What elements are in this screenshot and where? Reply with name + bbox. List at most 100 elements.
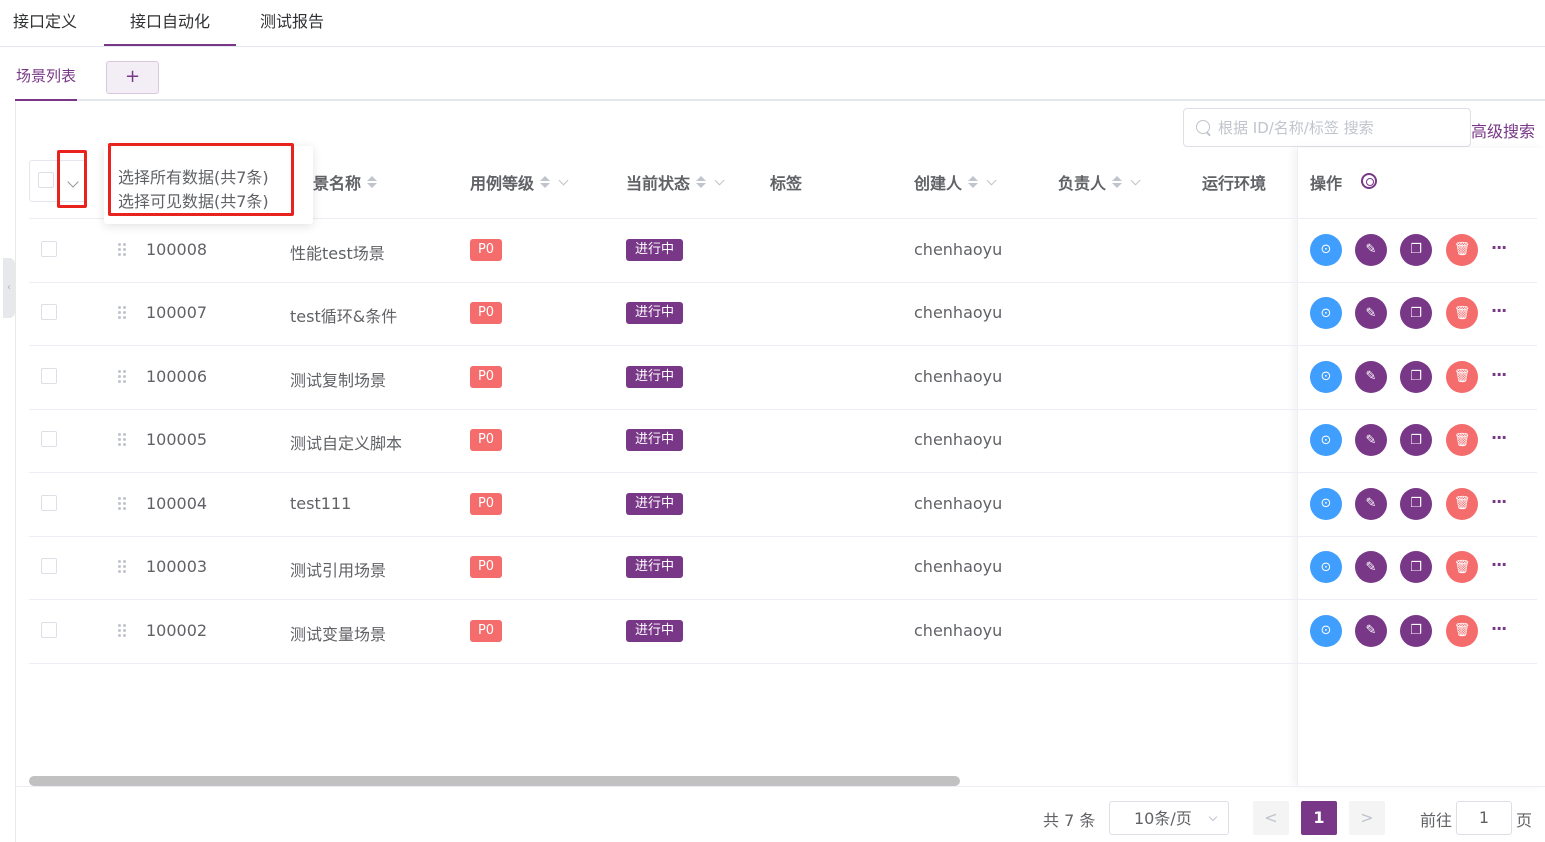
copy-button[interactable]: ❐: [1400, 360, 1432, 393]
run-button[interactable]: ⊙: [1310, 487, 1342, 520]
delete-button[interactable]: 🗑: [1446, 614, 1478, 647]
run-button[interactable]: ⊙: [1310, 360, 1342, 393]
run-button[interactable]: ⊙: [1310, 233, 1342, 266]
sort-icon[interactable]: [1112, 176, 1123, 188]
sort-icon[interactable]: [540, 176, 551, 188]
tab-scene-list[interactable]: 场景列表: [15, 55, 78, 101]
filter-icon[interactable]: [558, 175, 569, 185]
copy-button[interactable]: ❐: [1400, 424, 1432, 457]
delete-button[interactable]: 🗑: [1446, 551, 1478, 584]
more-icon[interactable]: ···: [1491, 428, 1507, 447]
column-header-status[interactable]: 当前状态: [626, 170, 725, 194]
edit-button[interactable]: ✎: [1355, 487, 1387, 520]
column-header-level[interactable]: 用例等级: [470, 170, 569, 194]
sort-icon[interactable]: [968, 176, 979, 188]
cell-name[interactable]: test111: [290, 494, 351, 513]
drag-handle-icon[interactable]: [118, 369, 127, 383]
edit-button[interactable]: ✎: [1355, 233, 1387, 266]
delete-icon: 🗑: [1453, 432, 1471, 448]
row-checkbox[interactable]: [41, 240, 57, 257]
delete-button[interactable]: 🗑: [1446, 360, 1478, 393]
popup-highlight-box: [108, 143, 294, 216]
cell-name[interactable]: test循环&条件: [290, 303, 397, 327]
column-header-creator[interactable]: 创建人: [914, 170, 997, 194]
row-checkbox[interactable]: [41, 367, 57, 384]
edit-button[interactable]: ✎: [1355, 424, 1387, 457]
delete-button[interactable]: 🗑: [1446, 233, 1478, 266]
copy-button[interactable]: ❐: [1400, 487, 1432, 520]
cell-creator: chenhaoyu: [914, 239, 1003, 259]
run-button[interactable]: ⊙: [1310, 424, 1342, 457]
column-header-level-label: 用例等级: [470, 174, 535, 193]
more-icon[interactable]: ···: [1491, 555, 1507, 574]
edit-button[interactable]: ✎: [1355, 297, 1387, 330]
page-size-select[interactable]: 10条/页: [1109, 801, 1229, 835]
run-button[interactable]: ⊙: [1310, 297, 1342, 330]
prev-page-button[interactable]: <: [1253, 801, 1289, 835]
edit-icon: ✎: [1365, 623, 1377, 639]
more-icon[interactable]: ···: [1491, 492, 1507, 511]
column-header-owner[interactable]: 负责人: [1058, 170, 1141, 194]
drag-handle-icon[interactable]: [118, 560, 127, 574]
row-checkbox[interactable]: [41, 304, 57, 321]
run-button[interactable]: ⊙: [1310, 614, 1342, 647]
advanced-search-link[interactable]: 高级搜索: [1471, 118, 1535, 142]
row-checkbox[interactable]: [41, 558, 57, 575]
edit-button[interactable]: ✎: [1355, 360, 1387, 393]
run-button[interactable]: ⊙: [1310, 551, 1342, 584]
copy-icon: ❐: [1410, 242, 1422, 258]
tab-api-automation[interactable]: 接口自动化: [104, 0, 236, 46]
column-header-name[interactable]: 景名称: [313, 170, 378, 194]
cell-name[interactable]: 测试变量场景: [290, 621, 386, 645]
cell-name[interactable]: 测试自定义脚本: [290, 430, 402, 454]
cell-name[interactable]: 测试引用场景: [290, 557, 386, 581]
drag-handle-icon[interactable]: [118, 623, 127, 637]
filter-icon[interactable]: [986, 175, 997, 185]
goto-page-input[interactable]: [1456, 801, 1512, 835]
copy-icon: ❐: [1410, 369, 1422, 385]
sidebar-collapse-handle[interactable]: ‹: [3, 258, 15, 318]
row-checkbox[interactable]: [41, 621, 57, 638]
drag-handle-icon[interactable]: [118, 496, 127, 510]
search-box: [1183, 108, 1471, 147]
search-input[interactable]: [1218, 117, 1458, 139]
drag-handle-icon[interactable]: [118, 306, 127, 320]
filter-icon[interactable]: [714, 175, 725, 185]
tab-test-report[interactable]: 测试报告: [260, 0, 324, 46]
more-icon[interactable]: ···: [1491, 365, 1507, 384]
delete-icon: 🗑: [1453, 242, 1471, 258]
copy-button[interactable]: ❐: [1400, 551, 1432, 584]
add-tab-button[interactable]: +: [106, 61, 159, 94]
delete-button[interactable]: 🗑: [1446, 424, 1478, 457]
sort-icon[interactable]: [367, 176, 378, 188]
more-icon[interactable]: ···: [1491, 619, 1507, 638]
cell-id: 100002: [146, 620, 208, 640]
tab-api-definition[interactable]: 接口定义: [13, 0, 77, 46]
select-all-checkbox[interactable]: [38, 172, 54, 188]
select-options-button[interactable]: [57, 150, 87, 208]
horizontal-scrollbar[interactable]: [29, 776, 960, 786]
cell-name[interactable]: 测试复制场景: [290, 367, 386, 391]
sort-icon[interactable]: [696, 176, 707, 188]
next-page-button[interactable]: >: [1349, 801, 1385, 835]
delete-button[interactable]: 🗑: [1446, 297, 1478, 330]
run-icon: ⊙: [1320, 369, 1332, 385]
row-checkbox[interactable]: [41, 494, 57, 511]
copy-button[interactable]: ❐: [1400, 233, 1432, 266]
copy-button[interactable]: ❐: [1400, 614, 1432, 647]
edit-button[interactable]: ✎: [1355, 551, 1387, 584]
delete-button[interactable]: 🗑: [1446, 487, 1478, 520]
column-header-creator-label: 创建人: [914, 174, 963, 193]
copy-button[interactable]: ❐: [1400, 297, 1432, 330]
delete-icon: 🗑: [1453, 369, 1471, 385]
more-icon[interactable]: ···: [1491, 238, 1507, 257]
row-checkbox[interactable]: [41, 431, 57, 448]
edit-button[interactable]: ✎: [1355, 614, 1387, 647]
page-number-1[interactable]: 1: [1301, 801, 1337, 835]
more-icon[interactable]: ···: [1491, 301, 1507, 320]
drag-handle-icon[interactable]: [118, 433, 127, 447]
gear-icon[interactable]: [1361, 173, 1377, 189]
cell-name[interactable]: 性能test场景: [290, 240, 385, 264]
drag-handle-icon[interactable]: [118, 242, 127, 256]
filter-icon[interactable]: [1130, 175, 1141, 185]
